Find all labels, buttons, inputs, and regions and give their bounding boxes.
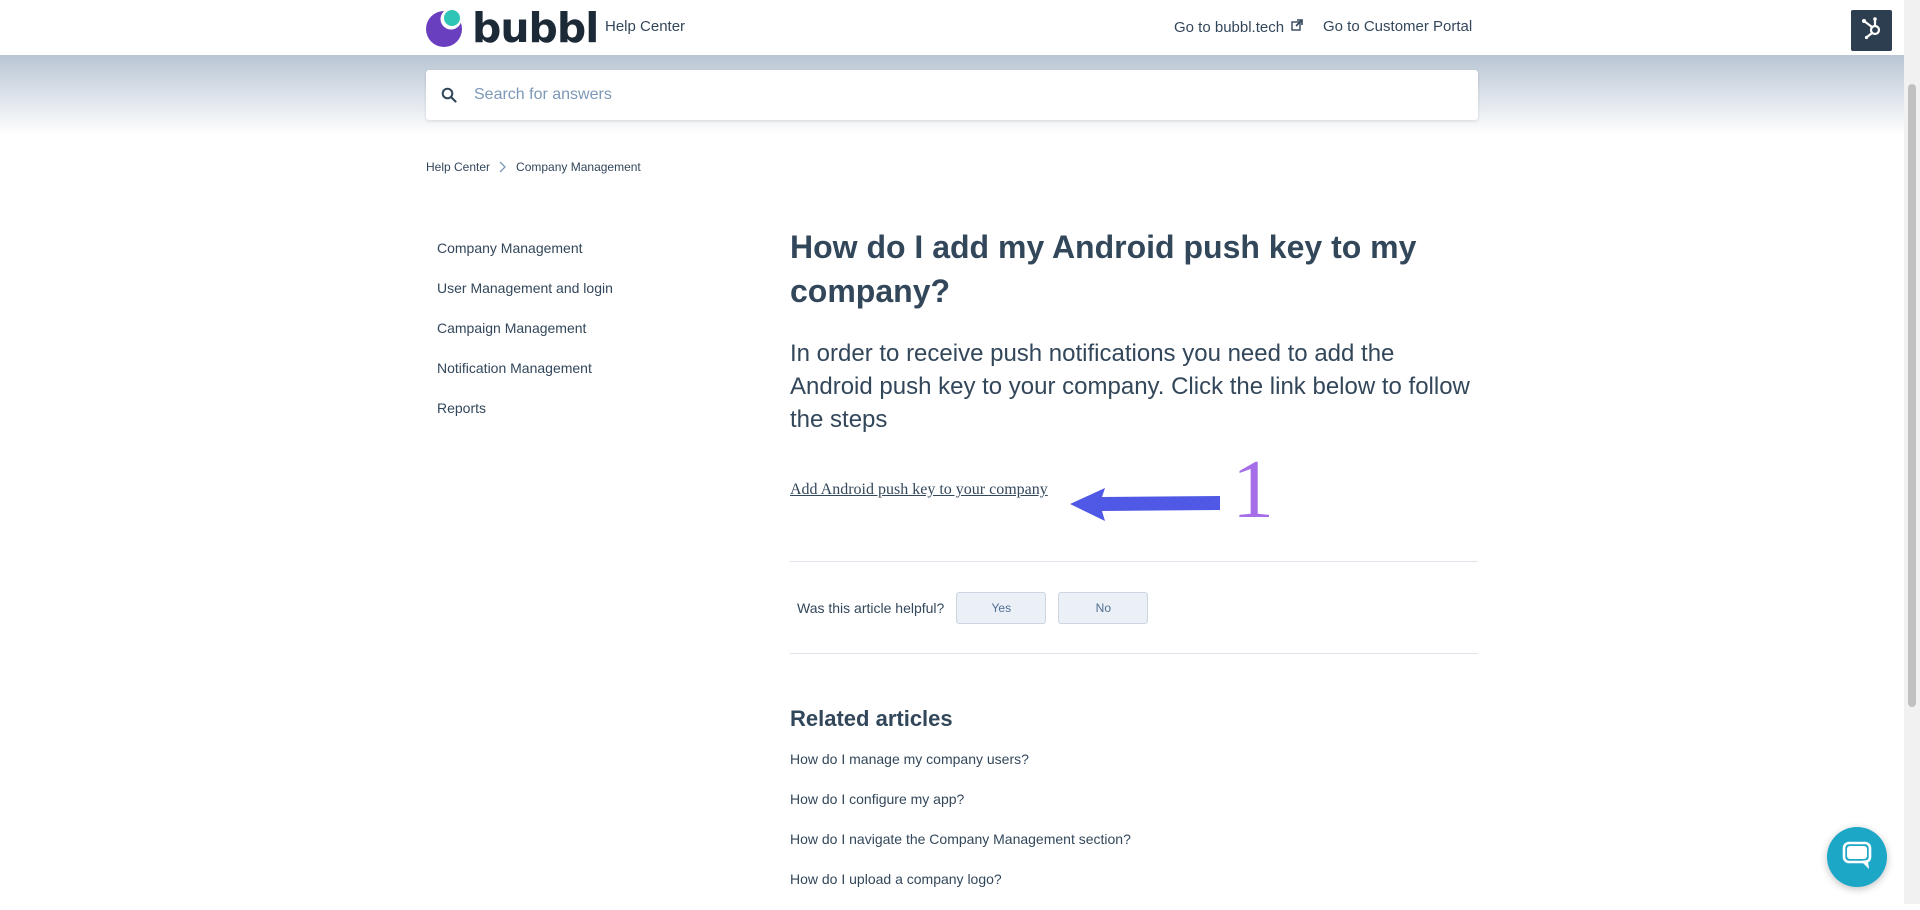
annotation-arrow-icon [1070,470,1220,540]
sidebar-item-company-management[interactable]: Company Management [437,236,737,276]
breadcrumb: Help Center Company Management [426,160,641,174]
external-link-icon [1291,18,1304,31]
sidebar-item-notification-management[interactable]: Notification Management [437,356,737,396]
add-android-push-key-link[interactable]: Add Android push key to your company [790,481,1048,499]
breadcrumb-item-company-management[interactable]: Company Management [516,160,641,174]
chat-bubble-icon [1842,841,1872,874]
go-to-bubbl-tech-label: Go to bubbl.tech [1174,19,1285,36]
category-sidebar: Company Management User Management and l… [437,236,737,436]
page-scrollbar[interactable] [1904,0,1920,904]
sidebar-item-user-management[interactable]: User Management and login [437,276,737,316]
divider-top [790,561,1478,562]
go-to-customer-portal-link[interactable]: Go to Customer Portal [1323,18,1472,35]
chat-widget-button[interactable] [1827,827,1887,887]
top-navigation-bar: bubbl Help Center Go to bubbl.tech Go to… [0,0,1904,55]
article-link-row: Add Android push key to your company 1 [790,448,1478,532]
annotation-number: 1 [1232,443,1274,536]
bubbl-logo-mark-icon [425,8,465,48]
article-body: How do I add my Android push key to my c… [790,225,1478,532]
feedback-yes-button[interactable]: Yes [956,592,1047,624]
scrollbar-thumb[interactable] [1908,84,1916,707]
related-article-link[interactable]: How do I configure my app? [790,790,1131,830]
chevron-right-icon [496,160,510,174]
feedback-no-button[interactable]: No [1058,592,1149,624]
sidebar-item-campaign-management[interactable]: Campaign Management [437,316,737,356]
related-article-link[interactable]: How do I navigate the Company Management… [790,830,1131,870]
article-feedback: Was this article helpful? Yes No [797,592,1160,624]
search-icon [426,87,472,103]
go-to-bubbl-tech-link[interactable]: Go to bubbl.tech [1174,18,1304,36]
hubspot-sprocket-button[interactable] [1851,10,1892,51]
brand-name: bubbl [472,4,599,52]
sidebar-item-reports[interactable]: Reports [437,396,737,436]
article-title: How do I add my Android push key to my c… [790,229,1417,309]
related-article-link[interactable]: How do I manage my company users? [790,750,1131,790]
related-articles-heading: Related articles [790,706,953,731]
related-articles-list: How do I manage my company users? How do… [790,750,1131,910]
hubspot-sprocket-icon [1860,16,1884,45]
article-intro-text: In order to receive push notifications y… [790,340,1470,433]
search-input[interactable] [472,85,1452,105]
help-center-link[interactable]: Help Center [605,18,685,35]
divider-bottom [790,653,1478,654]
search-box[interactable] [426,70,1478,120]
related-article-link[interactable]: How do I upload a company logo? [790,870,1131,910]
bubbl-logo-link[interactable]: bubbl [425,4,599,52]
feedback-question: Was this article helpful? [797,600,945,616]
breadcrumb-item-help-center[interactable]: Help Center [426,160,490,174]
